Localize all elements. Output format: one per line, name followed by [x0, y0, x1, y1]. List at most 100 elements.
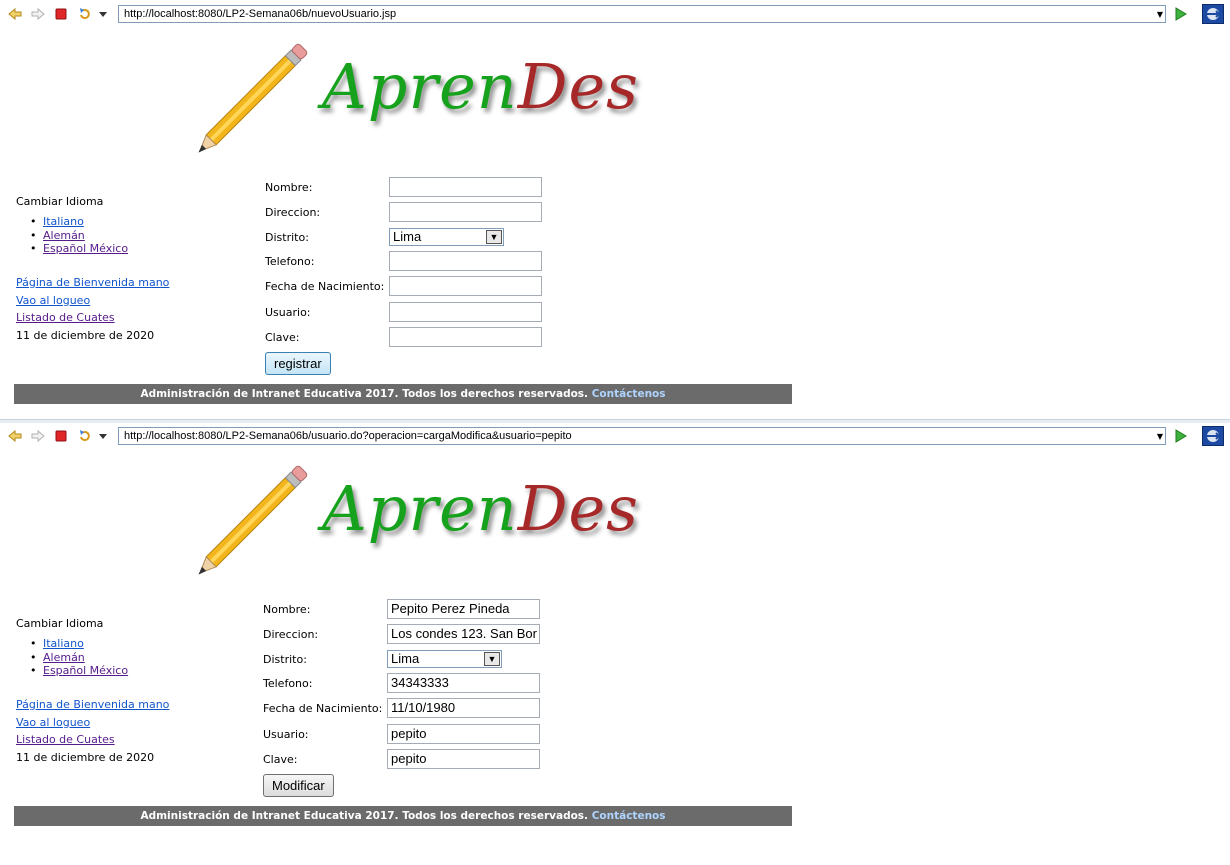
- clave-label: Clave:: [263, 753, 298, 766]
- logo-wordmark-part2: Des: [517, 50, 639, 123]
- chevron-down-icon[interactable]: ▼: [486, 230, 502, 244]
- fecha-input[interactable]: [389, 276, 542, 296]
- login-link[interactable]: Vao al logueo: [16, 294, 90, 307]
- refresh-icon[interactable]: [78, 429, 92, 443]
- pencil-icon: [198, 465, 308, 575]
- distrito-label: Distrito:: [263, 653, 307, 666]
- pencil-icon: [198, 43, 308, 153]
- stop-icon[interactable]: [54, 7, 68, 21]
- modificar-button[interactable]: Modificar: [263, 774, 334, 797]
- telefono-label: Telefono:: [263, 677, 313, 690]
- direccion-label: Direccion:: [265, 206, 321, 219]
- fecha-input[interactable]: 11/10/1980: [387, 698, 540, 718]
- back-icon[interactable]: [8, 429, 22, 443]
- address-url: http://localhost:8080/LP2-Semana06b/usua…: [124, 430, 572, 442]
- language-link-espanol[interactable]: Español México: [43, 664, 128, 677]
- address-dropdown-icon[interactable]: ▼: [1157, 10, 1163, 19]
- direccion-label: Direccion:: [263, 628, 319, 641]
- contact-link[interactable]: Contáctenos: [592, 388, 666, 400]
- distrito-select[interactable]: Lima ▼: [389, 228, 504, 246]
- clave-input[interactable]: pepito: [387, 749, 540, 769]
- current-date: 11 de diciembre de 2020: [16, 750, 155, 764]
- nombre-label: Nombre:: [265, 181, 313, 194]
- language-link-italiano[interactable]: Italiano: [43, 637, 84, 650]
- login-link[interactable]: Vao al logueo: [16, 716, 90, 729]
- form-row-usuario: Usuario:: [265, 301, 565, 323]
- sidebar-links: Página de Bienvenida mano Vao al logueo …: [16, 276, 169, 346]
- form-row-clave: Clave:: [265, 326, 565, 348]
- form-row-nombre: Nombre:: [265, 176, 565, 198]
- language-item: Italiano: [30, 637, 128, 651]
- aprendes-logo: AprenDes: [190, 450, 638, 590]
- forward-icon[interactable]: [31, 429, 45, 443]
- language-item: Alemán: [30, 651, 128, 665]
- contact-link[interactable]: Contáctenos: [592, 810, 666, 822]
- logo-wordmark-part1: Apren: [322, 472, 518, 545]
- language-heading: Cambiar Idioma: [16, 195, 104, 208]
- usuario-label: Usuario:: [265, 306, 311, 319]
- form-row-direccion: Direccion:: [265, 201, 565, 223]
- cuates-list-link[interactable]: Listado de Cuates: [16, 733, 115, 746]
- distrito-label: Distrito:: [265, 231, 309, 244]
- direccion-input[interactable]: [389, 202, 542, 222]
- browser-window-edit-user: http://localhost:8080/LP2-Semana06b/usua…: [0, 422, 1230, 842]
- language-link-aleman[interactable]: Alemán: [43, 229, 85, 242]
- language-link-italiano[interactable]: Italiano: [43, 215, 84, 228]
- language-list: Italiano Alemán Español México: [30, 215, 128, 256]
- language-item: Italiano: [30, 215, 128, 229]
- sidebar-links: Página de Bienvenida mano Vao al logueo …: [16, 698, 169, 768]
- clave-label: Clave:: [265, 331, 300, 344]
- language-item: Alemán: [30, 229, 128, 243]
- language-list: Italiano Alemán Español México: [30, 637, 128, 678]
- form-row-clave: Clave: pepito: [263, 748, 563, 770]
- logo-wordmark-part1: Apren: [322, 50, 518, 123]
- nombre-input[interactable]: Pepito Perez Pineda: [387, 599, 540, 619]
- back-icon[interactable]: [8, 7, 22, 21]
- form-row-distrito: Distrito: Lima ▼: [265, 226, 565, 248]
- nombre-input[interactable]: [389, 177, 542, 197]
- firefox-icon[interactable]: [1202, 426, 1224, 446]
- clave-input[interactable]: [389, 327, 542, 347]
- nombre-label: Nombre:: [263, 603, 311, 616]
- refresh-icon[interactable]: [78, 7, 92, 21]
- language-link-espanol[interactable]: Español México: [43, 242, 128, 255]
- forward-icon[interactable]: [31, 7, 45, 21]
- address-url: http://localhost:8080/LP2-Semana06b/nuev…: [124, 8, 397, 20]
- logo-wordmark: AprenDes: [322, 472, 639, 545]
- menu-dropdown-icon[interactable]: [98, 9, 112, 23]
- telefono-input[interactable]: 34343333: [387, 673, 540, 693]
- registrar-button[interactable]: registrar: [265, 352, 331, 375]
- fecha-label: Fecha de Nacimiento:: [265, 280, 385, 293]
- direccion-input[interactable]: Los condes 123. San Bor: [387, 624, 540, 644]
- logo-wordmark-part2: Des: [517, 472, 639, 545]
- form-row-nombre: Nombre: Pepito Perez Pineda: [263, 598, 563, 620]
- chevron-down-icon[interactable]: ▼: [484, 652, 500, 666]
- distrito-select[interactable]: Lima ▼: [387, 650, 502, 668]
- form-row-usuario: Usuario: pepito: [263, 723, 563, 745]
- form-row-direccion: Direccion: Los condes 123. San Bor: [263, 623, 563, 645]
- usuario-input[interactable]: pepito: [387, 724, 540, 744]
- stop-icon[interactable]: [54, 429, 68, 443]
- current-date: 11 de diciembre de 2020: [16, 328, 155, 342]
- usuario-input[interactable]: [389, 302, 542, 322]
- distrito-selected: Lima: [391, 651, 420, 666]
- go-icon[interactable]: [1174, 7, 1188, 24]
- telefono-input[interactable]: [389, 251, 542, 271]
- browser-toolbar: http://localhost:8080/LP2-Semana06b/usua…: [2, 424, 1228, 448]
- go-icon[interactable]: [1174, 429, 1188, 446]
- menu-dropdown-icon[interactable]: [98, 431, 112, 445]
- language-heading: Cambiar Idioma: [16, 617, 104, 630]
- welcome-page-link[interactable]: Página de Bienvenida mano: [16, 276, 169, 289]
- firefox-icon[interactable]: [1202, 4, 1224, 24]
- address-dropdown-icon[interactable]: ▼: [1157, 432, 1163, 441]
- address-bar[interactable]: http://localhost:8080/LP2-Semana06b/nuev…: [118, 5, 1166, 23]
- form-row-fecha: Fecha de Nacimiento: 11/10/1980: [263, 697, 563, 719]
- telefono-label: Telefono:: [265, 255, 315, 268]
- language-link-aleman[interactable]: Alemán: [43, 651, 85, 664]
- address-bar[interactable]: http://localhost:8080/LP2-Semana06b/usua…: [118, 427, 1166, 445]
- form-row-telefono: Telefono: 34343333: [263, 672, 563, 694]
- logo-wordmark: AprenDes: [322, 50, 639, 123]
- footer-text: Administración de Intranet Educativa 201…: [140, 388, 589, 400]
- welcome-page-link[interactable]: Página de Bienvenida mano: [16, 698, 169, 711]
- cuates-list-link[interactable]: Listado de Cuates: [16, 311, 115, 324]
